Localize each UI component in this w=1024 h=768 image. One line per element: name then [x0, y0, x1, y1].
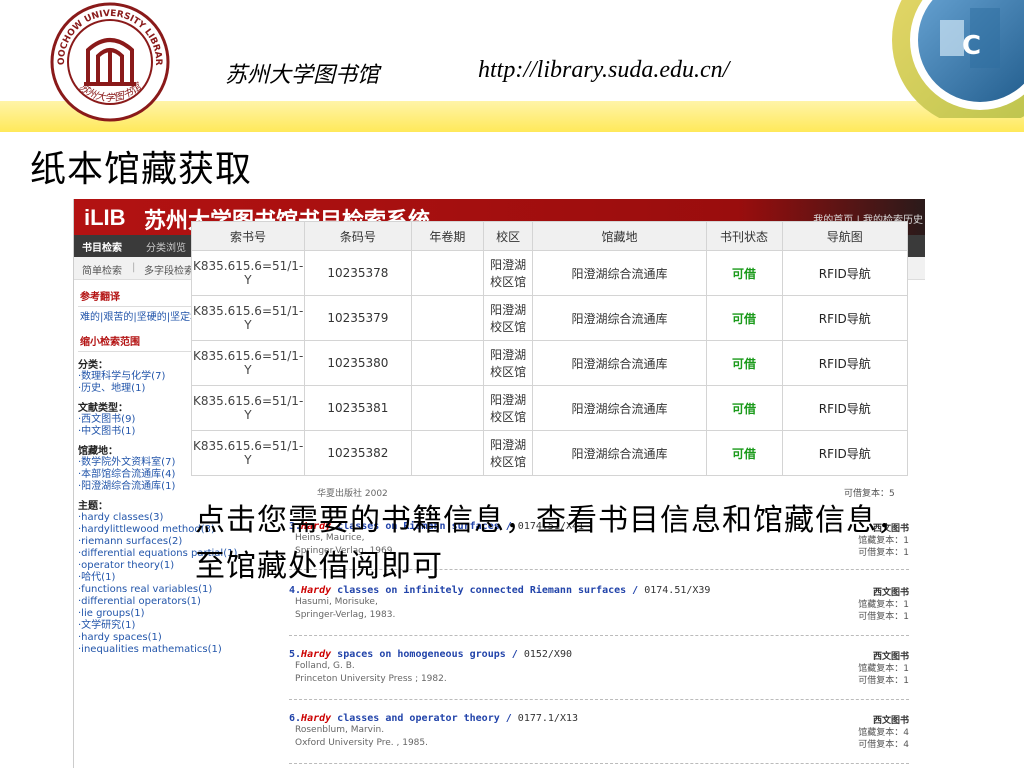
university-library-logo: SOOCHOW UNIVERSITY LIBRARY 苏州大学图书馆 [48, 0, 170, 122]
col-header-volume: 年卷期 [410, 221, 485, 251]
cell-barcode: 10235378 [303, 250, 412, 296]
subnav-divider: | [132, 262, 136, 273]
col-header-status: 书刊状态 [705, 221, 783, 251]
subnav-multi-field-search[interactable]: 多字段检索 [144, 262, 194, 277]
result-copies: 馆藏复本：1 可借复本：1 [858, 600, 909, 622]
site-url: http://library.suda.edu.cn/ [478, 57, 730, 83]
cell-volume [410, 295, 485, 341]
result-copies: 馆藏复本：1 可借复本：1 [858, 664, 909, 686]
result-doc-type: 西文图书 [872, 716, 909, 726]
result-doc-type: 西文图书 [872, 652, 909, 662]
cell-call-number: K835.615.6=51/1-Y [191, 250, 305, 296]
result-item[interactable]: 4.Hardy classes on infinitely connected … [289, 585, 909, 636]
cell-campus: 阳澄湖校区馆 [483, 385, 534, 431]
cell-barcode: 10235379 [303, 295, 412, 341]
cell-call-number: K835.615.6=51/1-Y [191, 340, 305, 386]
cell-location: 阳澄湖综合流通库 [532, 295, 707, 341]
cell-campus: 阳澄湖校区馆 [483, 295, 534, 341]
cell-volume [410, 430, 485, 476]
holdings-header-row: 索书号 条码号 年卷期 校区 馆藏地 书刊状态 导航图 [191, 221, 909, 251]
result-publisher: Princeton University Press ; 1982. [295, 674, 447, 684]
rfid-navigation-link[interactable]: RFID导航 [781, 250, 909, 296]
cell-location: 阳澄湖综合流通库 [532, 430, 707, 476]
nav-tab-class-browse[interactable]: 分类浏览 [146, 239, 186, 254]
cell-volume [410, 385, 485, 431]
result-author: Hasumi, Morisuke, [295, 597, 378, 607]
rfid-navigation-link[interactable]: RFID导航 [781, 385, 909, 431]
col-header-navigation: 导航图 [781, 221, 909, 251]
holdings-row: K835.615.6=51/1-Y 10235382 阳澄湖校区馆 阳澄湖综合流… [191, 430, 909, 476]
holdings-table: 索书号 条码号 年卷期 校区 馆藏地 书刊状态 导航图 K835.615.6=5… [191, 221, 909, 476]
result-title[interactable]: 6.Hardy classes and operator theory / 01… [289, 713, 909, 724]
rfid-navigation-link[interactable]: RFID导航 [781, 340, 909, 386]
cell-call-number: K835.615.6=51/1-Y [191, 385, 305, 431]
cell-barcode: 10235380 [303, 340, 412, 386]
slide-annotation: 点击您需要的书籍信息，查看书目信息和馆藏信息，至馆藏处借阅即可 [195, 503, 908, 584]
sidebar-subject-link[interactable]: ·lie groups(1) [78, 608, 248, 620]
result-publisher: Springer-Verlag, 1983. [295, 610, 396, 620]
site-title: 苏州大学图书馆 [225, 63, 380, 88]
sidebar-location-link[interactable]: ·阳澄湖综合流通库(1) [78, 481, 248, 493]
svg-text:C: C [962, 31, 981, 61]
decorative-circle-graphic: C [892, 0, 1024, 118]
cell-status: 可借 [705, 385, 783, 431]
cell-location: 阳澄湖综合流通库 [532, 385, 707, 431]
cell-volume [410, 250, 485, 296]
cell-location: 阳澄湖综合流通库 [532, 250, 707, 296]
cell-location: 阳澄湖综合流通库 [532, 340, 707, 386]
cell-barcode: 10235382 [303, 430, 412, 476]
cell-status: 可借 [705, 295, 783, 341]
cell-campus: 阳澄湖校区馆 [483, 430, 534, 476]
result-item[interactable]: 6.Hardy classes and operator theory / 01… [289, 713, 909, 764]
holdings-row: K835.615.6=51/1-Y 10235378 阳澄湖校区馆 阳澄湖综合流… [191, 250, 909, 296]
result-title[interactable]: 5.Hardy spaces on homogeneous groups / 0… [289, 649, 909, 660]
ilib-logo: iLIB [84, 205, 126, 230]
cell-volume [410, 340, 485, 386]
opac-screenshot: iLIB 苏州大学图书馆书目检索系统 我的首页 | 我的检索历史 书目检索 分类… [73, 199, 925, 768]
col-header-campus: 校区 [483, 221, 534, 251]
cell-call-number: K835.615.6=51/1-Y [191, 295, 305, 341]
slide-heading: 纸本馆藏获取 [30, 149, 253, 190]
cell-barcode: 10235381 [303, 385, 412, 431]
cell-campus: 阳澄湖校区馆 [483, 250, 534, 296]
cell-status: 可借 [705, 250, 783, 296]
holdings-row: K835.615.6=51/1-Y 10235381 阳澄湖校区馆 阳澄湖综合流… [191, 385, 909, 431]
result-publisher: Oxford University Pre. , 1985. [295, 738, 428, 748]
result-item[interactable]: 5.Hardy spaces on homogeneous groups / 0… [289, 649, 909, 700]
cell-status: 可借 [705, 340, 783, 386]
subnav-simple-search[interactable]: 简单检索 [82, 262, 122, 277]
rfid-navigation-link[interactable]: RFID导航 [781, 295, 909, 341]
result-copies: 馆藏复本：4 可借复本：4 [858, 728, 909, 750]
holdings-row: K835.615.6=51/1-Y 10235380 阳澄湖校区馆 阳澄湖综合流… [191, 340, 909, 386]
cell-status: 可借 [705, 430, 783, 476]
col-header-location: 馆藏地 [532, 221, 707, 251]
nav-tab-catalog-search[interactable]: 书目检索 [82, 239, 122, 254]
result-author: Rosenblum, Marvin. [295, 725, 385, 735]
sidebar-subject-link[interactable]: ·hardy spaces(1) [78, 632, 248, 644]
sidebar-subject-link[interactable]: ·inequalities mathematics(1) [78, 644, 248, 656]
holdings-row: K835.615.6=51/1-Y 10235379 阳澄湖校区馆 阳澄湖综合流… [191, 295, 909, 341]
col-header-call-number: 索书号 [191, 221, 305, 251]
cell-call-number: K835.615.6=51/1-Y [191, 430, 305, 476]
sidebar-subject-link[interactable]: ·differential operators(1) [78, 596, 248, 608]
result-author: Folland, G. B. [295, 661, 355, 671]
sidebar-subject-link[interactable]: ·文学研究(1) [78, 620, 248, 632]
cell-campus: 阳澄湖校区馆 [483, 340, 534, 386]
rfid-navigation-link[interactable]: RFID导航 [781, 430, 909, 476]
col-header-barcode: 条码号 [303, 221, 412, 251]
